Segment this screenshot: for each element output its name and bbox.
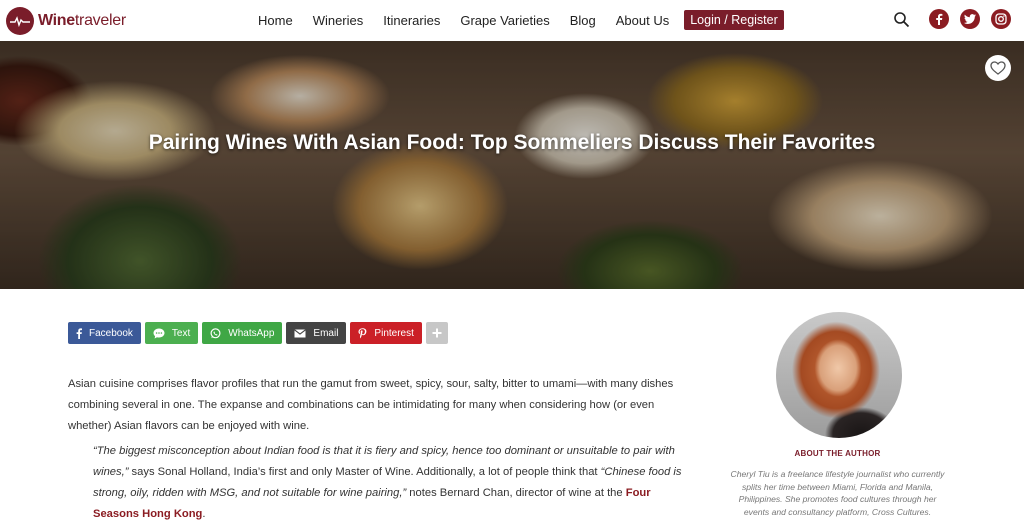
author-bio: Cheryl Tiu is a freelance lifestyle jour…	[730, 469, 945, 517]
share-facebook-button[interactable]: Facebook	[68, 322, 141, 344]
instagram-icon[interactable]	[991, 9, 1011, 29]
quote-end: .	[202, 508, 206, 520]
share-bar: Facebook Text WhatsApp Email Pinterest	[68, 322, 452, 344]
share-label: Facebook	[89, 327, 133, 339]
share-email-button[interactable]: Email	[286, 322, 347, 344]
main-nav: Home Wineries Itineraries Grape Varietie…	[258, 10, 784, 30]
share-pinterest-button[interactable]: Pinterest	[350, 322, 422, 344]
pinterest-icon	[358, 327, 367, 339]
heart-icon[interactable]	[985, 55, 1011, 81]
wine-logo-icon	[6, 7, 34, 35]
share-label: Pinterest	[374, 327, 414, 339]
nav-home[interactable]: Home	[258, 13, 293, 28]
hero-banner: Pairing Wines With Asian Food: Top Somme…	[0, 41, 1024, 289]
nav-about-us[interactable]: About Us	[616, 13, 669, 28]
login-register-button[interactable]: Login / Register	[684, 10, 784, 30]
twitter-icon[interactable]	[960, 9, 980, 29]
email-icon	[294, 328, 307, 338]
about-author-heading: ABOUT THE AUTHOR	[794, 449, 881, 458]
author-avatar	[776, 312, 902, 438]
nav-grape-varieties[interactable]: Grape Varieties	[460, 13, 549, 28]
site-header: Winetraveler Home Wineries Itineraries G…	[0, 0, 1024, 41]
plus-icon	[432, 328, 442, 338]
article-intro: Asian cuisine comprises flavor profiles …	[68, 378, 674, 432]
share-whatsapp-button[interactable]: WhatsApp	[202, 322, 283, 344]
nav-blog[interactable]: Blog	[570, 13, 596, 28]
article-title: Pairing Wines With Asian Food: Top Somme…	[148, 131, 876, 154]
quote-text: notes Bernard Chan, director of wine at …	[406, 487, 626, 499]
share-more-button[interactable]	[425, 322, 448, 344]
facebook-icon[interactable]	[929, 9, 949, 29]
site-logo[interactable]: Winetraveler	[6, 7, 126, 35]
quote-text: says Sonal Holland, India’s first and on…	[128, 466, 601, 478]
article-quote: “The biggest misconception about Indian …	[93, 441, 683, 525]
text-bubble-icon	[153, 328, 165, 339]
nav-itineraries[interactable]: Itineraries	[383, 13, 440, 28]
logo-text: Winetraveler	[38, 12, 126, 29]
share-label: Text	[171, 327, 191, 339]
nav-wineries[interactable]: Wineries	[313, 13, 364, 28]
share-label: WhatsApp	[228, 327, 275, 339]
share-text-button[interactable]: Text	[144, 322, 199, 344]
share-label: Email	[313, 327, 339, 339]
whatsapp-icon	[210, 327, 221, 339]
search-icon[interactable]	[893, 11, 911, 29]
facebook-icon	[76, 327, 82, 339]
